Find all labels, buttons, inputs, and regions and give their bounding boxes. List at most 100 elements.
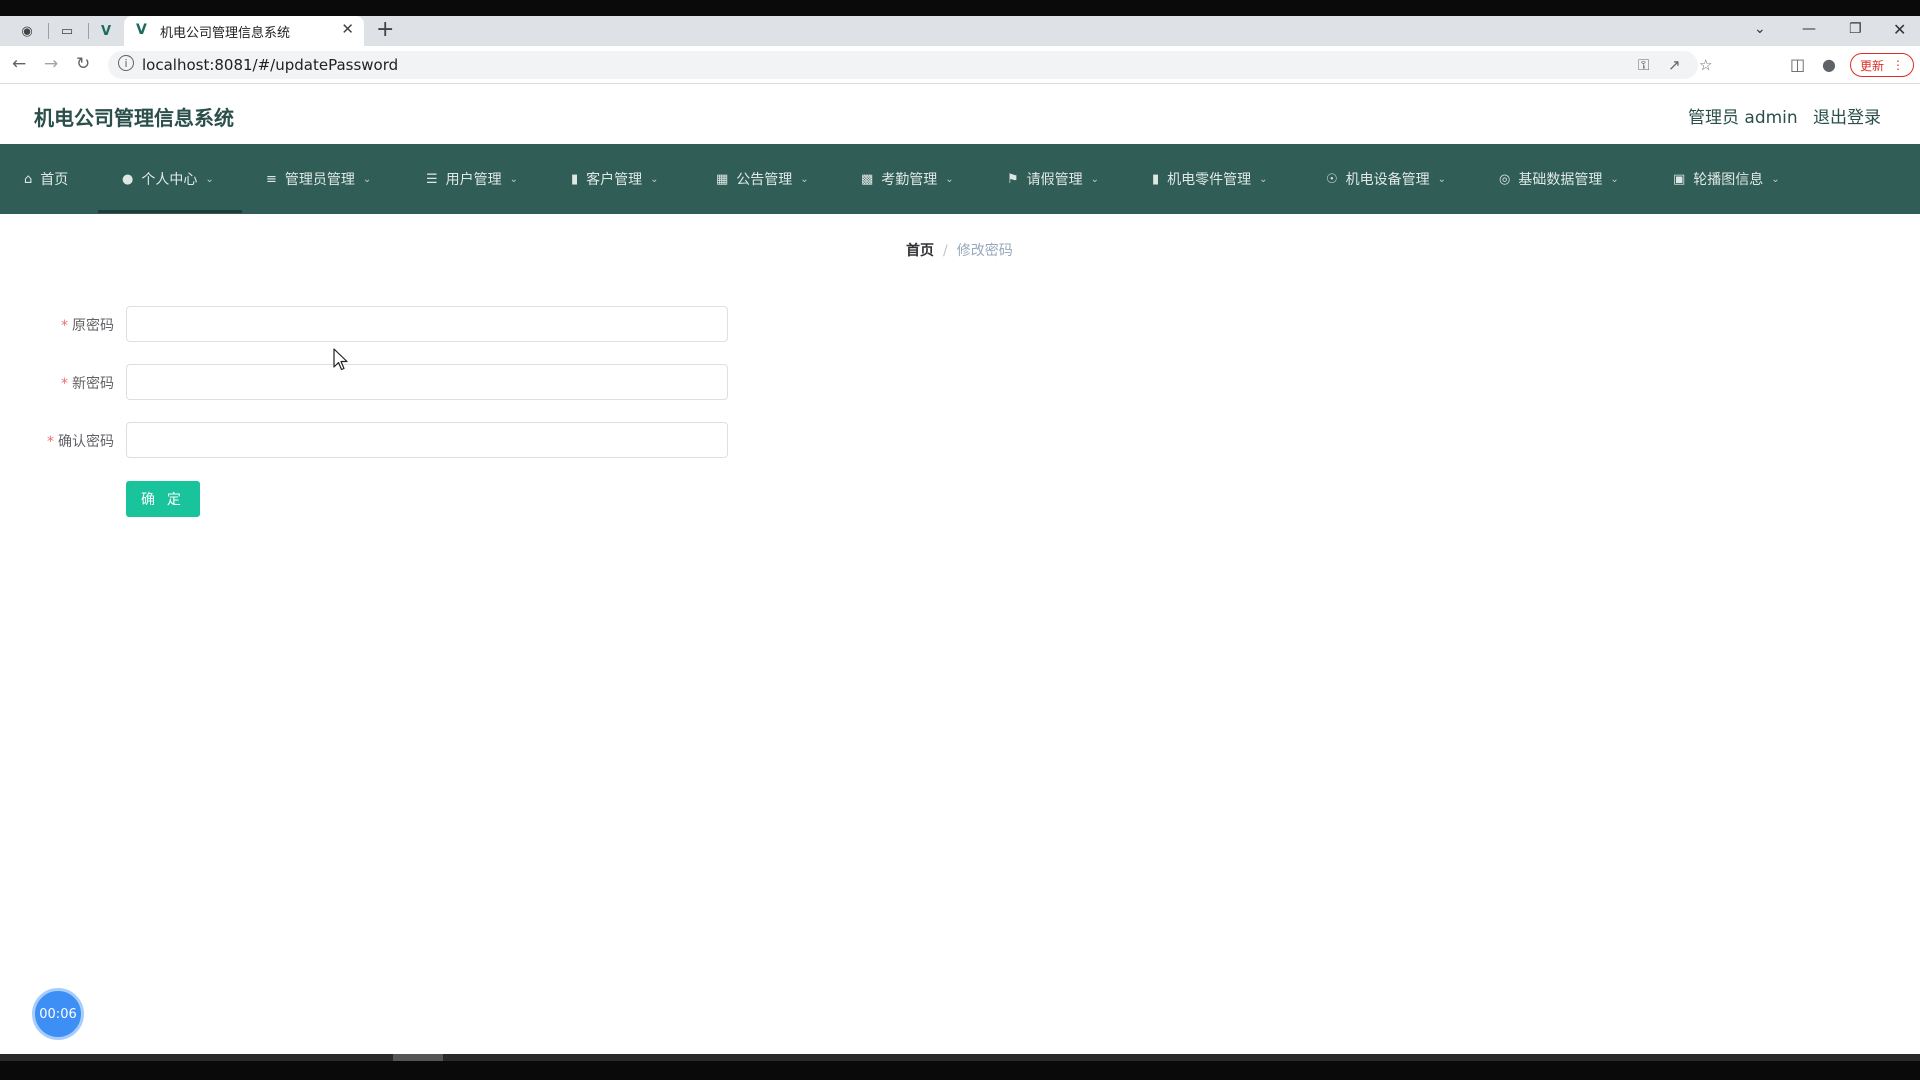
nav-item-admin-management[interactable]: ≡ 管理员管理 ⌄ — [266, 144, 371, 214]
tab-separator — [48, 23, 49, 39]
back-arrow-icon[interactable]: ← — [12, 54, 26, 74]
breadcrumb: 首页 / 修改密码 — [906, 240, 1013, 260]
bookmark-icon: ▮ — [1152, 171, 1160, 187]
sliders-icon: ≡ — [266, 171, 277, 187]
breadcrumb-home[interactable]: 首页 — [906, 243, 934, 259]
site-info-icon[interactable]: i — [118, 55, 134, 71]
tab-title: 机电公司管理信息系统 — [160, 26, 291, 41]
old-password-input[interactable] — [126, 306, 728, 342]
submit-button[interactable]: 确 定 — [126, 481, 200, 517]
new-tab-button[interactable]: + — [376, 17, 394, 43]
new-password-input[interactable] — [126, 364, 728, 400]
breadcrumb-separator: / — [943, 243, 948, 259]
nav-label: 机电零件管理 — [1167, 172, 1252, 188]
url-text: localhost:8081/#/updatePassword — [142, 56, 399, 74]
nav-label: 首页 — [40, 172, 69, 188]
globe-icon: ◎ — [1499, 171, 1511, 187]
nav-item-equipment-management[interactable]: ☉ 机电设备管理 ⌄ — [1326, 144, 1446, 214]
briefcase-icon: ▩ — [861, 171, 874, 187]
nav-item-carousel-info[interactable]: ▣ 轮播图信息 ⌄ — [1673, 144, 1780, 214]
pinned-tab-page-icon[interactable]: ▭ — [57, 22, 77, 40]
minimize-window-button[interactable]: — — [1802, 16, 1816, 42]
user-icon: ● — [122, 171, 134, 187]
more-menu-icon: ⋮ — [1892, 58, 1904, 72]
nav-label: 客户管理 — [586, 172, 643, 188]
browser-update-button[interactable]: 更新 ⋮ — [1850, 53, 1914, 77]
microphone-icon: ☉ — [1326, 171, 1338, 187]
nav-label: 个人中心 — [141, 172, 198, 188]
nav-item-home[interactable]: ⌂ 首页 — [24, 144, 68, 214]
chevron-down-icon: ⌄ — [1259, 173, 1268, 185]
password-key-icon[interactable]: ⚿ — [1638, 56, 1649, 74]
horizontal-scrollbar-track[interactable] — [0, 1054, 1920, 1061]
logout-link[interactable]: 退出登录 — [1813, 103, 1881, 128]
restore-window-button[interactable]: ❐ — [1849, 16, 1862, 42]
breadcrumb-current: 修改密码 — [956, 243, 1013, 259]
flag-icon: ⚑ — [1007, 171, 1019, 187]
side-panel-icon[interactable]: ◫ — [1790, 55, 1805, 74]
active-browser-tab[interactable]: V 机电公司管理信息系统 ✕ — [124, 16, 364, 46]
chevron-down-icon: ⌄ — [800, 173, 809, 185]
home-icon: ⌂ — [24, 171, 33, 187]
nav-item-customer-management[interactable]: ▮ 客户管理 ⌄ — [571, 144, 659, 214]
current-user: 管理员 admin — [1688, 108, 1798, 128]
bookmark-star-icon[interactable]: ☆ — [1699, 56, 1712, 74]
chart-icon: ▣ — [1673, 171, 1686, 187]
grid-icon: ▦ — [716, 171, 729, 187]
chevron-down-icon: ⌄ — [1610, 173, 1619, 185]
required-asterisk: * — [47, 434, 54, 450]
app-header — [0, 84, 1920, 144]
chevron-down-icon: ⌄ — [205, 173, 214, 185]
nav-item-personal-center[interactable]: ● 个人中心 ⌄ — [122, 144, 214, 214]
chevron-down-icon: ⌄ — [509, 173, 519, 185]
bar-chart-icon: ▮ — [571, 171, 579, 187]
nav-item-leave-management[interactable]: ⚑ 请假管理 ⌄ — [1007, 144, 1099, 214]
horizontal-scrollbar-thumb[interactable] — [393, 1054, 443, 1061]
screen-top-border — [0, 0, 1920, 16]
list-icon: ☰ — [426, 171, 438, 187]
reload-icon[interactable]: ↻ — [76, 54, 90, 74]
nav-label: 公告管理 — [736, 172, 793, 188]
nav-label: 基础数据管理 — [1518, 172, 1603, 188]
nav-label: 考勤管理 — [881, 172, 938, 188]
nav-item-parts-management[interactable]: ▮ 机电零件管理 ⌄ — [1152, 144, 1268, 214]
nav-item-basic-data-management[interactable]: ◎ 基础数据管理 ⌄ — [1499, 144, 1619, 214]
address-bar[interactable]: i localhost:8081/#/updatePassword ⚿ ↗ ☆ — [108, 51, 1712, 79]
vue-favicon-icon: V — [136, 22, 147, 38]
nav-label: 用户管理 — [445, 172, 502, 188]
forward-arrow-icon[interactable]: → — [44, 54, 58, 74]
profile-avatar-icon[interactable]: ● — [1822, 55, 1836, 74]
update-label: 更新 — [1859, 58, 1884, 73]
recording-timer: 00:06 — [32, 988, 84, 1040]
old-password-label: * 原密码 — [61, 318, 114, 334]
mouse-cursor-icon — [333, 348, 348, 371]
nav-active-indicator — [98, 210, 242, 213]
new-password-label: * 新密码 — [61, 376, 114, 392]
tab-close-icon[interactable]: ✕ — [341, 20, 354, 38]
required-asterisk: * — [61, 376, 68, 392]
app-title: 机电公司管理信息系统 — [34, 106, 234, 130]
chevron-down-icon: ⌄ — [1771, 173, 1780, 185]
nav-item-attendance-management[interactable]: ▩ 考勤管理 ⌄ — [861, 144, 954, 214]
nav-label: 管理员管理 — [284, 172, 355, 188]
pinned-tab-vue-icon[interactable]: V — [96, 22, 116, 40]
nav-label: 机电设备管理 — [1345, 172, 1430, 188]
chevron-down-icon: ⌄ — [945, 173, 954, 185]
chevron-down-icon: ⌄ — [362, 173, 372, 185]
tab-search-chevron-icon[interactable]: ⌄ — [1754, 16, 1766, 42]
chevron-down-icon: ⌄ — [1090, 173, 1100, 185]
nav-label: 请假管理 — [1026, 172, 1083, 188]
close-window-button[interactable]: ✕ — [1893, 16, 1906, 42]
nav-label: 轮播图信息 — [1693, 172, 1764, 188]
pinned-tab-globe-icon[interactable]: ◉ — [17, 22, 37, 40]
share-icon[interactable]: ↗ — [1668, 56, 1681, 74]
confirm-password-label: * 确认密码 — [47, 434, 114, 450]
tab-separator — [88, 23, 89, 39]
required-asterisk: * — [61, 318, 68, 334]
main-nav: ⌂ 首页 ● 个人中心 ⌄ ≡ 管理员管理 ⌄ ☰ 用户管理 ⌄ ▮ 客户管理 … — [0, 144, 1920, 214]
confirm-password-input[interactable] — [126, 422, 728, 458]
nav-item-user-management[interactable]: ☰ 用户管理 ⌄ — [426, 144, 518, 214]
chevron-down-icon: ⌄ — [650, 173, 659, 185]
nav-item-notice-management[interactable]: ▦ 公告管理 ⌄ — [716, 144, 809, 214]
chevron-down-icon: ⌄ — [1437, 173, 1447, 185]
